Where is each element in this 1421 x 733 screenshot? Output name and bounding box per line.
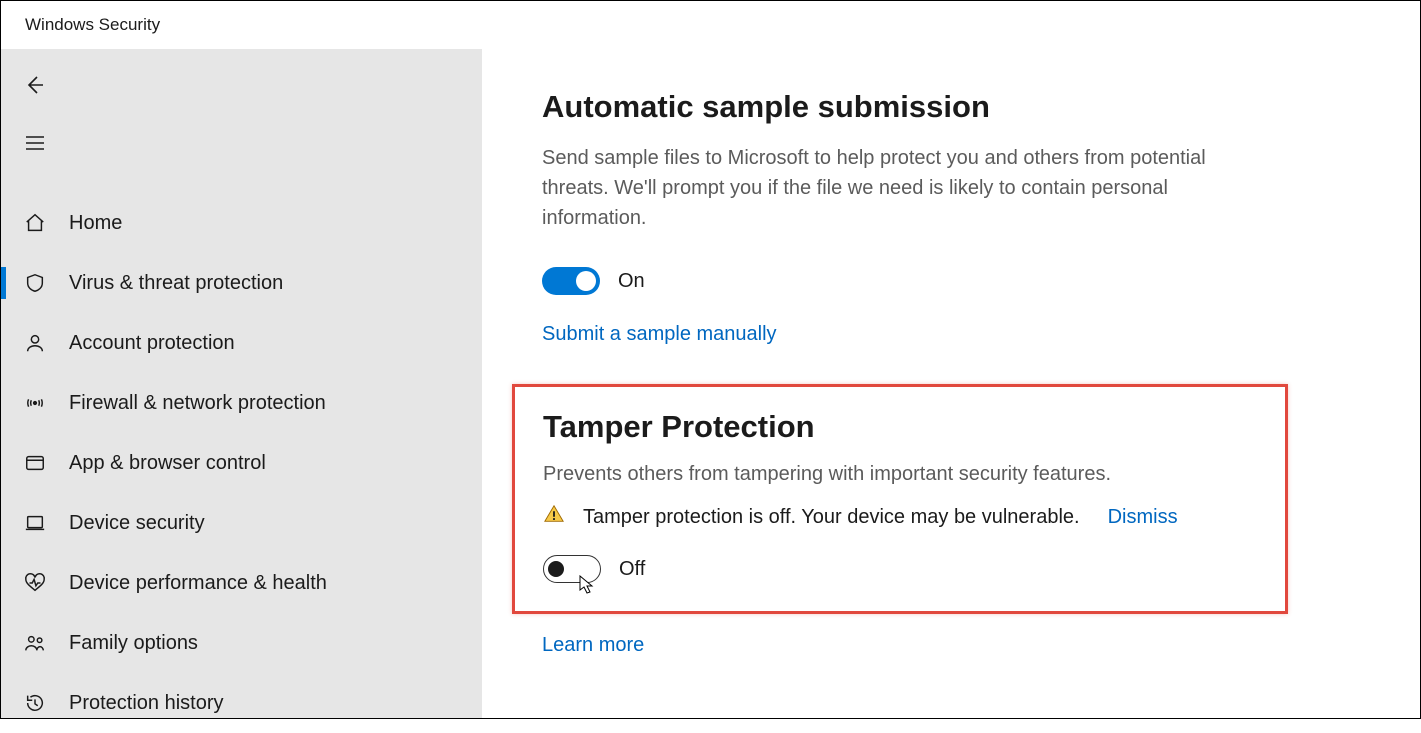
tamper-protection-warning-text: Tamper protection is off. Your device ma… — [583, 506, 1080, 529]
submit-sample-manually-link[interactable]: Submit a sample manually — [542, 323, 1360, 346]
sidebar-item-label: Firewall & network protection — [69, 392, 326, 415]
family-icon — [23, 632, 47, 654]
hamburger-menu-button[interactable] — [5, 121, 65, 165]
sidebar-item-label: Device security — [69, 512, 205, 535]
shield-icon — [23, 272, 47, 294]
sidebar: Home Virus & threat protection Account p… — [1, 49, 482, 718]
main-content: Automatic sample submission Send sample … — [482, 49, 1420, 718]
automatic-sample-submission-toggle[interactable] — [542, 267, 600, 295]
antenna-icon — [23, 392, 47, 414]
sidebar-item-family-options[interactable]: Family options — [1, 613, 482, 673]
tamper-protection-desc: Prevents others from tampering with impo… — [543, 459, 1257, 489]
sidebar-item-firewall-network-protection[interactable]: Firewall & network protection — [1, 373, 482, 433]
history-icon — [23, 692, 47, 714]
sidebar-item-device-security[interactable]: Device security — [1, 493, 482, 553]
sidebar-item-label: Account protection — [69, 332, 235, 355]
tamper-protection-heading: Tamper Protection — [543, 409, 1257, 445]
app-browser-icon — [23, 452, 47, 474]
tamper-protection-toggle[interactable] — [543, 555, 601, 583]
tamper-protection-highlight: Tamper Protection Prevents others from t… — [512, 384, 1288, 614]
learn-more-link[interactable]: Learn more — [542, 634, 1360, 657]
sidebar-item-protection-history[interactable]: Protection history — [1, 673, 482, 733]
sidebar-item-label: Protection history — [69, 692, 224, 715]
sidebar-item-label: Family options — [69, 632, 198, 655]
automatic-sample-submission-desc: Send sample files to Microsoft to help p… — [542, 143, 1262, 233]
account-icon — [23, 332, 47, 354]
health-icon — [23, 572, 47, 594]
sidebar-item-account-protection[interactable]: Account protection — [1, 313, 482, 373]
dismiss-link[interactable]: Dismiss — [1108, 506, 1178, 529]
sidebar-item-label: App & browser control — [69, 452, 266, 475]
sidebar-item-label: Device performance & health — [69, 572, 327, 595]
sidebar-item-device-performance-health[interactable]: Device performance & health — [1, 553, 482, 613]
tamper-protection-toggle-state: Off — [619, 558, 645, 581]
sidebar-item-app-browser-control[interactable]: App & browser control — [1, 433, 482, 493]
sidebar-item-virus-threat-protection[interactable]: Virus & threat protection — [1, 253, 482, 313]
device-security-icon — [23, 512, 47, 534]
app-title: Windows Security — [25, 15, 160, 35]
automatic-sample-submission-toggle-state: On — [618, 270, 645, 293]
sidebar-item-label: Home — [69, 212, 122, 235]
home-icon — [23, 212, 47, 234]
sidebar-item-home[interactable]: Home — [1, 193, 482, 253]
back-button[interactable] — [5, 63, 65, 107]
window-titlebar: Windows Security — [1, 1, 1420, 49]
sidebar-item-label: Virus & threat protection — [69, 272, 283, 295]
warning-icon — [543, 503, 565, 531]
automatic-sample-submission-heading: Automatic sample submission — [542, 89, 1360, 125]
